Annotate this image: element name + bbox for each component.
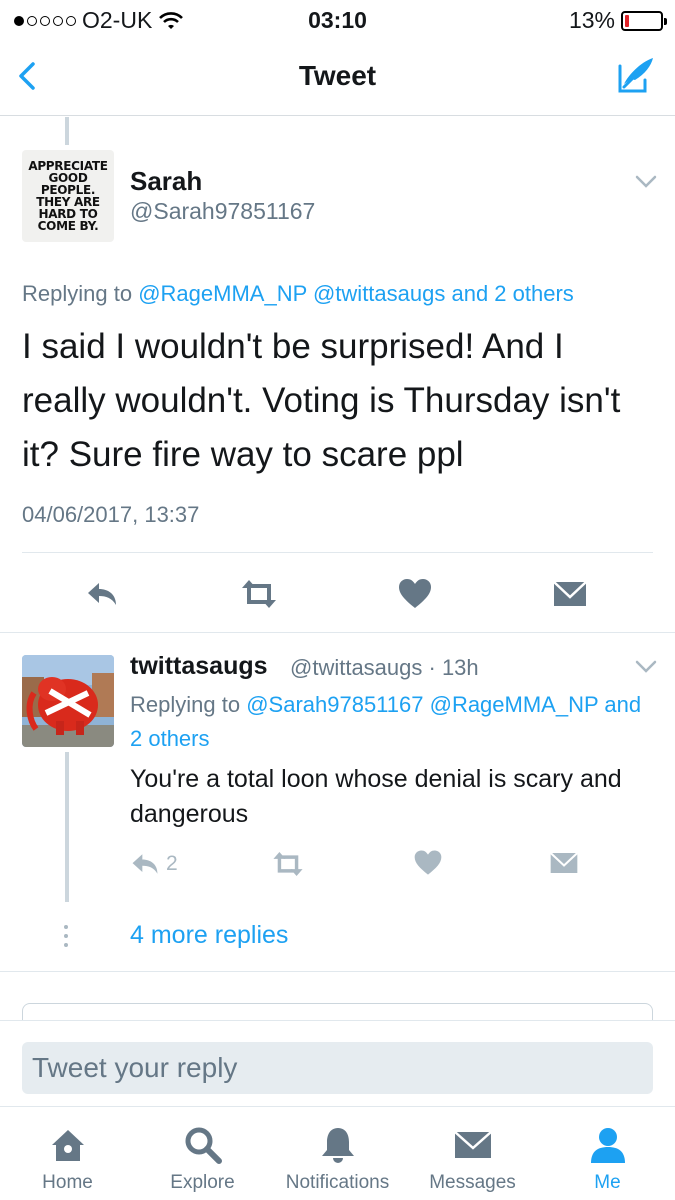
replying-to: Replying to @Sarah97851167 @RageMMA_NP a…	[130, 692, 642, 751]
battery-percent: 13%	[568, 7, 615, 33]
tab-label: Explore	[170, 1172, 235, 1193]
tab-label: Notifications	[285, 1172, 390, 1193]
person-icon	[591, 1128, 625, 1163]
avatar[interactable]: APPRECIATE GOOD PEOPLE. THEY ARE HARD TO…	[22, 150, 114, 242]
reply-icon[interactable]	[128, 848, 162, 880]
tab-label: Home	[42, 1172, 93, 1193]
page-title: Tweet	[298, 60, 377, 91]
home-icon	[52, 1130, 84, 1161]
tab-label: Me	[594, 1172, 621, 1193]
divider	[0, 632, 675, 633]
tweet-text: I said I wouldn't be surprised! And I re…	[22, 327, 621, 474]
tweet-timestamp: 04/06/2017, 13:37	[22, 502, 200, 527]
reply-count: 2	[166, 852, 178, 875]
author-name[interactable]: twittasaugs	[130, 652, 268, 681]
divider	[0, 971, 675, 972]
heart-icon[interactable]	[413, 848, 443, 878]
tab-home[interactable]: Home	[0, 1107, 135, 1200]
divider	[22, 552, 653, 553]
direct-message-icon[interactable]	[549, 848, 579, 878]
replying-to: Replying to @RageMMA_NP @twittasaugs and…	[22, 281, 574, 306]
reply-mentions-link[interactable]: @RageMMA_NP @twittasaugs and 2 others	[138, 281, 574, 306]
heart-icon[interactable]	[397, 576, 433, 612]
avatar[interactable]	[22, 655, 114, 747]
author-handle[interactable]: @twittasaugs · 13h	[290, 655, 479, 681]
author-name[interactable]: Sarah	[130, 166, 202, 197]
reply-input[interactable]: Tweet your reply	[22, 1042, 653, 1094]
retweet-icon[interactable]	[238, 576, 280, 612]
status-bar: O2-UK 03:10 13%	[0, 0, 675, 40]
tab-notifications[interactable]: Notifications	[270, 1107, 405, 1200]
compose-icon[interactable]	[615, 54, 657, 96]
tab-messages[interactable]: Messages	[405, 1107, 540, 1200]
thread-connector	[65, 752, 69, 902]
battery-icon	[621, 10, 667, 31]
tab-explore[interactable]: Explore	[135, 1107, 270, 1200]
more-replies-link[interactable]: 4 more replies	[130, 921, 288, 950]
thread-connector	[65, 117, 69, 145]
chevron-down-icon[interactable]	[635, 660, 657, 674]
author-handle[interactable]: @Sarah97851167	[130, 198, 315, 225]
tab-bar: Home Explore Notifications Messages Me	[0, 1106, 675, 1200]
more-dots-icon	[64, 925, 70, 947]
tab-label: Messages	[429, 1172, 516, 1193]
retweet-icon[interactable]	[270, 848, 306, 880]
chevron-down-icon[interactable]	[635, 175, 657, 189]
navigation-bar: Tweet	[0, 40, 675, 116]
tweet-text: You're a total loon whose denial is scar…	[130, 765, 622, 828]
battery-level	[625, 14, 630, 27]
envelope-icon	[454, 1131, 492, 1158]
reply-icon[interactable]	[84, 576, 120, 612]
direct-message-icon[interactable]	[552, 576, 588, 612]
tab-me[interactable]: Me	[540, 1107, 675, 1200]
search-icon	[185, 1127, 222, 1164]
reply-composer: Tweet your reply	[0, 1020, 675, 1106]
bell-icon	[322, 1128, 354, 1163]
